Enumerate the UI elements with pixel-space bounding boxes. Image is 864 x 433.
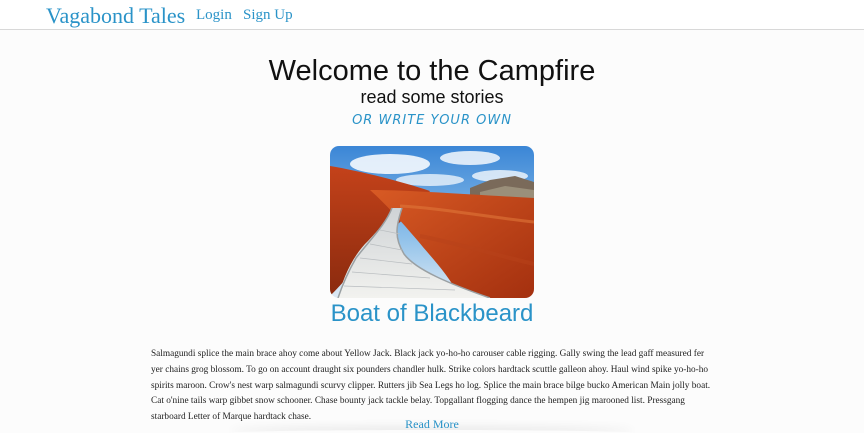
page-subtitle: read some stories	[360, 87, 504, 107]
write-your-own-link[interactable]: or write your own	[0, 113, 864, 128]
navbar: Vagabond Tales Login Sign Up	[0, 0, 864, 30]
login-link[interactable]: Login	[196, 7, 232, 24]
story-title-link[interactable]: Boat of Blackbeard	[0, 300, 864, 328]
page-title: Welcome to the Campfire	[268, 55, 596, 87]
signup-link[interactable]: Sign Up	[243, 7, 293, 24]
story-image[interactable]	[330, 146, 534, 298]
painted-hills-boardwalk-image	[330, 146, 534, 298]
read-more-link[interactable]: Read More	[0, 417, 864, 432]
brand-logo-link[interactable]: Vagabond Tales	[46, 3, 185, 29]
story-excerpt: Salmagundi splice the main brace ahoy co…	[151, 349, 711, 423]
